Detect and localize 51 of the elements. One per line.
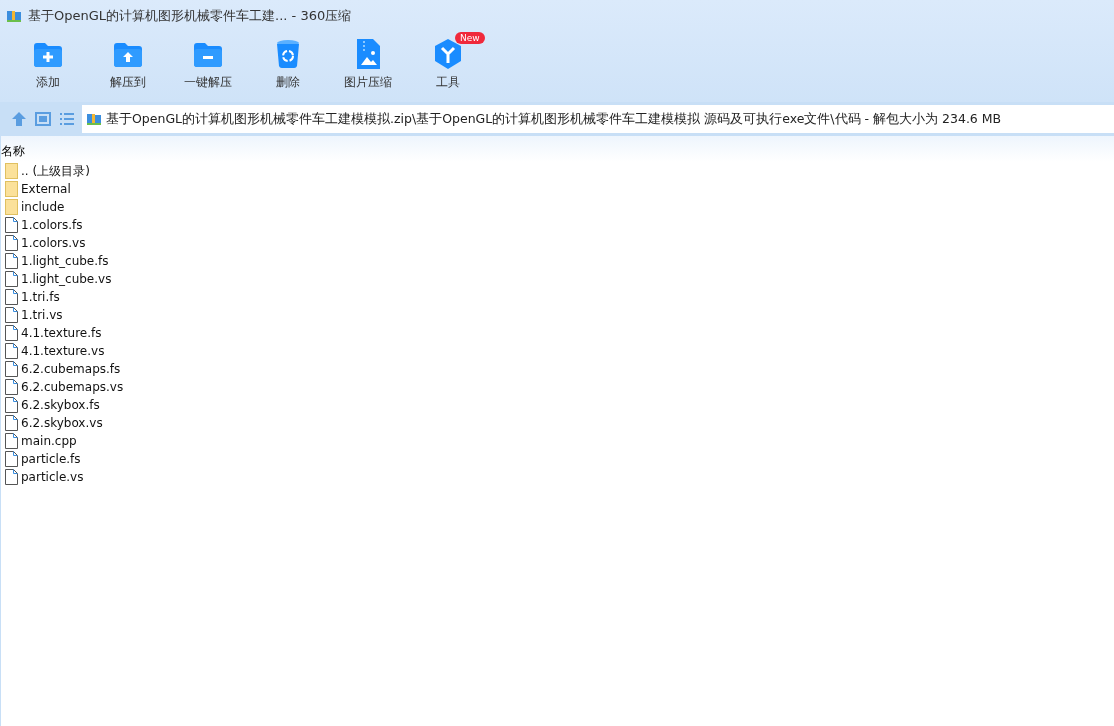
file-name[interactable]: main.cpp: [21, 434, 77, 448]
up-arrow-icon[interactable]: [10, 110, 28, 128]
file-icon: [5, 397, 18, 413]
toolbar-button[interactable]: 添加: [8, 32, 88, 102]
thumbnail-view-icon[interactable]: [34, 110, 52, 128]
toolbar-button[interactable]: 解压到: [88, 32, 168, 102]
file-icon: [5, 271, 18, 287]
file-icon: [5, 325, 18, 341]
file-name[interactable]: 1.colors.fs: [21, 218, 83, 232]
column-header[interactable]: 名称: [1, 143, 25, 160]
file-name[interactable]: .. (上级目录): [21, 162, 90, 180]
file-icon: [5, 379, 18, 395]
file-icon: [5, 289, 18, 305]
toolbar-button[interactable]: 工具 New: [408, 32, 488, 102]
file-name[interactable]: particle.fs: [21, 452, 81, 466]
app-icon: [6, 8, 22, 24]
file-name[interactable]: 4.1.texture.vs: [21, 344, 105, 358]
new-badge: New: [455, 32, 485, 44]
folder-icon: [5, 181, 18, 197]
file-name[interactable]: 6.2.cubemaps.vs: [21, 380, 124, 394]
file-name[interactable]: External: [21, 182, 71, 196]
window-title: 基于OpenGL的计算机图形机械零件车工建... - 360压缩: [28, 7, 352, 25]
address-field[interactable]: 基于OpenGL的计算机图形机械零件车工建模模拟.zip\基于OpenGL的计算机图形机械零件车工建模模拟 源码及可执行exe文件\代码 - 解包大小为 234.6 MB: [82, 105, 1114, 133]
file-name[interactable]: 6.2.skybox.vs: [21, 416, 103, 430]
file-icon: [5, 253, 18, 269]
file-name[interactable]: include: [21, 200, 65, 214]
file-name[interactable]: 6.2.cubemaps.fs: [21, 362, 121, 376]
file-icon: [5, 415, 18, 431]
file-name[interactable]: 6.2.skybox.fs: [21, 398, 100, 412]
file-icon: [5, 361, 18, 377]
file-icon: [5, 343, 18, 359]
file-name[interactable]: 4.1.texture.fs: [21, 326, 102, 340]
archive-icon: [86, 111, 102, 127]
file-icon: [5, 307, 18, 323]
file-icon: [5, 469, 18, 485]
file-name[interactable]: 1.colors.vs: [21, 236, 86, 250]
file-name[interactable]: 1.light_cube.fs: [21, 254, 109, 268]
toolbar-button[interactable]: 删除: [248, 32, 328, 102]
file-name[interactable]: 1.tri.vs: [21, 308, 63, 322]
folder-icon: [5, 163, 18, 179]
toolbar-button[interactable]: 图片压缩: [328, 32, 408, 102]
file-icon: [5, 451, 18, 467]
toolbar-button[interactable]: 一键解压: [168, 32, 248, 102]
file-icon: [5, 217, 18, 233]
list-view-icon[interactable]: [58, 110, 76, 128]
file-name[interactable]: 1.light_cube.vs: [21, 272, 112, 286]
file-name[interactable]: 1.tri.fs: [21, 290, 60, 304]
file-name[interactable]: particle.vs: [21, 470, 84, 484]
folder-icon: [5, 199, 18, 215]
file-icon: [5, 235, 18, 251]
file-icon: [5, 433, 18, 449]
